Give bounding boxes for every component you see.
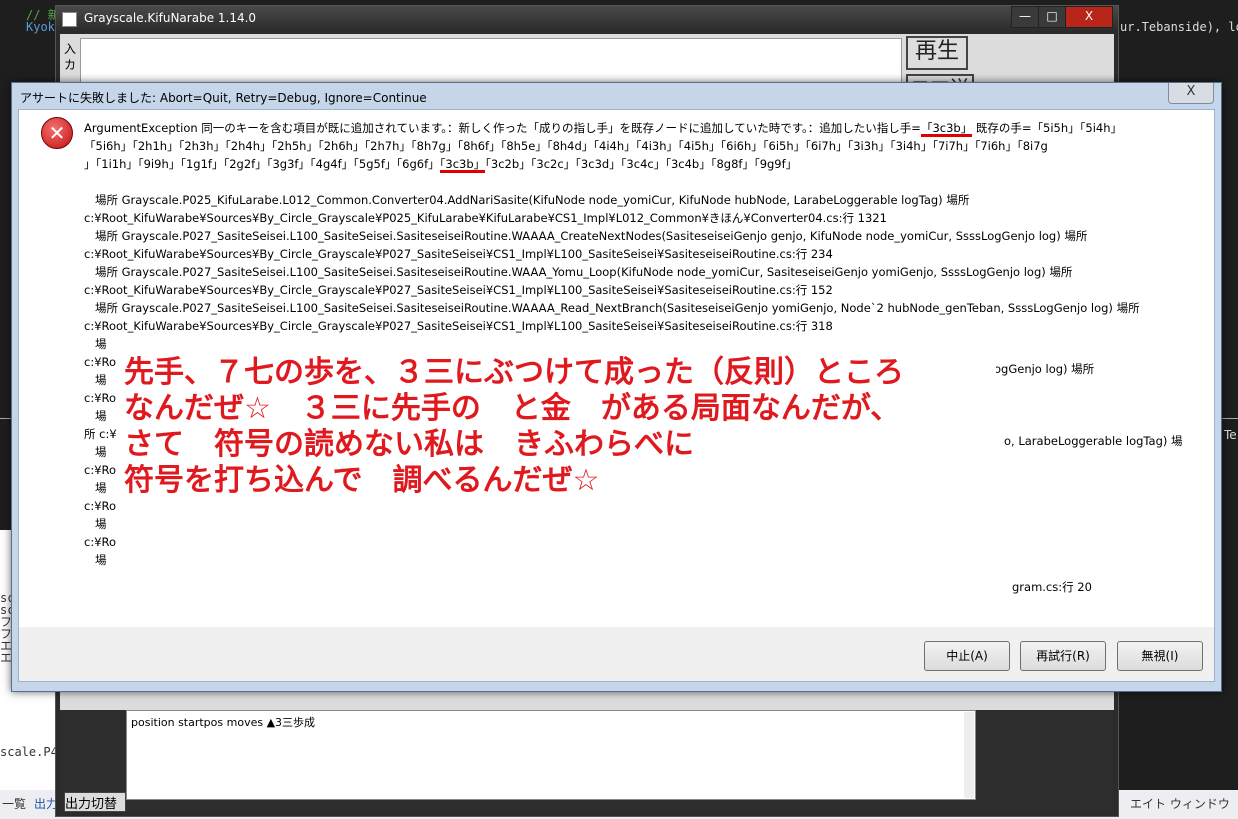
stack-line: c:¥Root_KifuWarabe¥Sources¥By_Circle_Gra… (84, 247, 833, 261)
input-label-2: カ (64, 58, 77, 72)
message-prefix: ArgumentException 同一のキーを含む項目が既に追加されています。… (84, 121, 921, 135)
annotation-line: 先手、７七の歩を、３三にぶつけて成った（反則）ところ (124, 355, 904, 390)
dialog-title: アサートに失敗しました: Abort=Quit, Retry=Debug, Ig… (20, 91, 427, 105)
ignore-button[interactable]: 無視(I) (1117, 641, 1203, 671)
annotation-line: なんだぜ☆ ３三に先手の と金 がある局面なんだが、 (124, 391, 901, 426)
moves-line-1: 「5i5h」「5i4h」 (1031, 121, 1122, 135)
stack-line: c:¥Root_KifuWarabe¥Sources¥By_Circle_Gra… (84, 283, 833, 297)
target-move: 「3c3b」 (920, 121, 973, 135)
stack-line: 場所 Grayscale.P027_SasiteSeisei.L100_Sasi… (84, 301, 1140, 315)
stack-tail: gram.cs:行 20 (1012, 580, 1092, 594)
annotation-text: 先手、７七の歩を、３三にぶつけて成った（反則）ところ なんだぜ☆ ３三に先手の … (124, 355, 1004, 499)
annotation-line: さて 符号の読めない私は きふわらべに (124, 427, 694, 462)
code-line-right: ur.Tebanside), lo (1120, 20, 1238, 34)
assert-dialog: アサートに失敗しました: Abort=Quit, Retry=Debug, Ig… (11, 82, 1222, 692)
retry-button[interactable]: 再試行(R) (1020, 641, 1106, 671)
close-button[interactable]: X (1065, 6, 1113, 28)
moves-line-3a: 」「1i1h」「9i9h」「1g1f」「2g2f」「3g3f」「4g4f」「5g… (84, 157, 440, 171)
minimize-button[interactable]: — (1011, 6, 1039, 28)
app-icon (62, 12, 77, 27)
output-toggle-button[interactable]: 出力切替 (64, 792, 126, 812)
abort-button[interactable]: 中止(A) (924, 641, 1010, 671)
dialog-close-button[interactable]: X (1168, 83, 1214, 104)
stack-line: c:¥Root_KifuWarabe¥Sources¥By_Circle_Gra… (84, 319, 833, 333)
existing-label: 既存の手= (975, 121, 1032, 135)
stack-line: c:¥Root_KifuWarabe¥Sources¥By_Circle_Gra… (84, 211, 887, 225)
stack-line: 場所 Grayscale.P027_SasiteSeisei.L100_Sasi… (84, 265, 1073, 279)
status-tab-list[interactable]: 一覧 (2, 795, 26, 812)
error-icon: ✕ (41, 117, 73, 149)
stack-line: 場 (84, 337, 107, 351)
stack-tail: o, LarabeLoggerable logTag) 場 (1004, 434, 1183, 448)
stack-line: 場所 Grayscale.P027_SasiteSeisei.L100_Sasi… (84, 229, 1088, 243)
stack-line: 場所 Grayscale.P025_KifuLarabe.L012_Common… (84, 193, 970, 207)
code-line: Kyok (26, 20, 55, 34)
input-label: 入 (64, 42, 77, 56)
status-right-label: エイト ウィンドウ (1130, 797, 1230, 811)
moves-line-2: 「5i6h」「2h1h」「2h3h」「2h4h」「2h5h」「2h6h」「2h7… (84, 139, 1048, 153)
position-textbox[interactable]: position startpos moves ▲3三歩成 (126, 710, 976, 800)
error-message: ArgumentException 同一のキーを含む項目が既に追加されています。… (84, 119, 1194, 173)
side-text: Te (1224, 428, 1237, 442)
kifunarabe-titlebar: Grayscale.KifuNarabe 1.14.0 — □ X (56, 6, 1118, 32)
annotation-line: 符号を打ち込んで 調べるんだぜ☆ (124, 463, 600, 498)
play-button[interactable]: 再生 (906, 36, 968, 70)
position-scrollbar[interactable] (964, 712, 974, 798)
moves-line-3b: 「3c2b」「3c2c」「3c3d」「3c4c」「3c4b」「8g8f」「9g9… (485, 157, 798, 171)
highlighted-move: 「3c3b」 (439, 157, 486, 171)
maximize-button[interactable]: □ (1038, 6, 1066, 28)
window-title: Grayscale.KifuNarabe 1.14.0 (84, 11, 257, 25)
stack-tail: ogGenjo log) 場所 (994, 362, 1095, 376)
